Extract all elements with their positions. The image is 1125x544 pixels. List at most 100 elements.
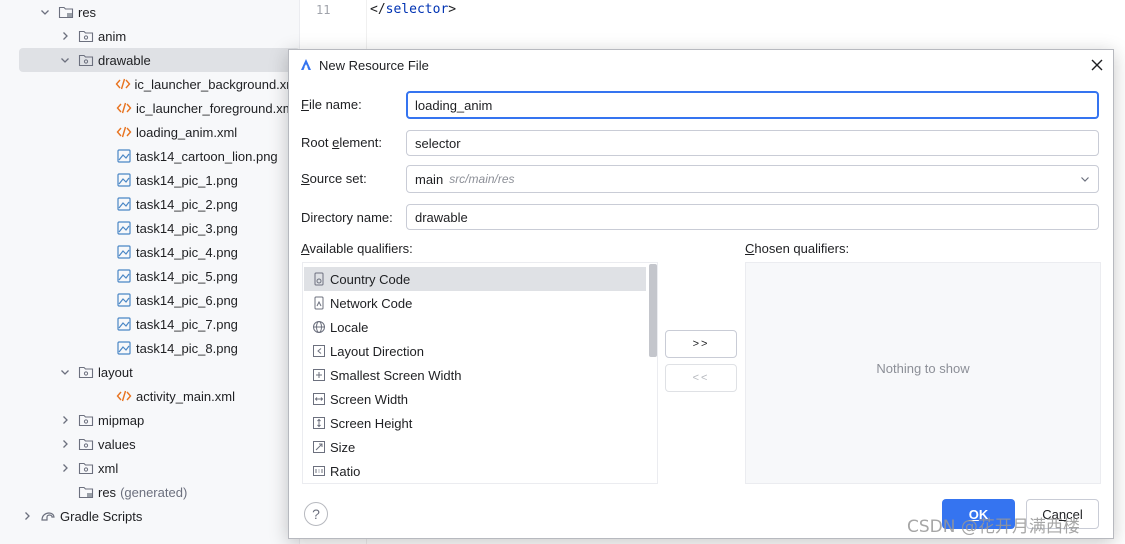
tree-item[interactable]: task14_pic_4.png: [0, 240, 299, 264]
help-button[interactable]: ?: [304, 502, 328, 526]
qualifier-item[interactable]: Smallest Screen Width: [304, 363, 646, 387]
help-icon: ?: [312, 506, 320, 522]
tree-item[interactable]: task14_pic_7.png: [0, 312, 299, 336]
tree-item-label: res: [98, 484, 117, 500]
tree-item[interactable]: loading_anim.xml: [0, 120, 299, 144]
tree-item-suffix: (generated): [120, 484, 188, 500]
qualifier-label: Smallest Screen Width: [330, 367, 462, 383]
tree-item[interactable]: task14_pic_6.png: [0, 288, 299, 312]
tree-item-label: activity_main.xml: [136, 388, 235, 404]
chevron-right-icon[interactable]: [20, 509, 34, 523]
tree-item-label: task14_cartoon_lion.png: [136, 148, 278, 164]
tree-item[interactable]: task14_pic_3.png: [0, 216, 299, 240]
tree-item[interactable]: res: [0, 0, 299, 24]
code-bracket-open: </: [370, 2, 386, 17]
tree-item[interactable]: anim: [0, 24, 299, 48]
tree-item-label: values: [98, 436, 136, 452]
xml-file-icon: [116, 100, 132, 116]
qualifier-item[interactable]: Size: [304, 435, 646, 459]
tree-item-label: xml: [98, 460, 119, 476]
qualifier-label: Locale: [330, 319, 369, 335]
source-set-label: Source set:: [301, 171, 367, 186]
tree-item[interactable]: xml: [0, 456, 299, 480]
folder-icon: [78, 460, 94, 476]
image-file-icon: [116, 292, 132, 308]
dialog-titlebar[interactable]: New Resource File: [289, 50, 1113, 80]
smallest-width-icon: [312, 368, 326, 382]
globe-icon: [312, 320, 326, 334]
tree-item[interactable]: values: [0, 432, 299, 456]
root-element-label: Root element:: [301, 135, 382, 150]
tree-item[interactable]: task14_pic_2.png: [0, 192, 299, 216]
chosen-qualifiers-list[interactable]: Nothing to show: [745, 262, 1101, 484]
qualifier-label: Size: [330, 439, 356, 455]
dialog-title: New Resource File: [319, 57, 429, 73]
image-file-icon: [116, 148, 132, 164]
project-tree: res anim drawable ic_launcher_background.xm…: [0, 0, 300, 544]
chevron-right-icon[interactable]: [58, 29, 72, 43]
chevron-right-icon[interactable]: [58, 437, 72, 451]
code-line[interactable]: </selector>: [370, 2, 456, 17]
directory-name-input[interactable]: [406, 204, 1099, 230]
chevron-down-icon[interactable]: [38, 5, 52, 19]
root-element-input[interactable]: [406, 130, 1099, 156]
new-resource-file-dialog: New Resource File File name: Root elemen…: [288, 49, 1114, 539]
folder-icon: [78, 436, 94, 452]
tree-item-label: mipmap: [98, 412, 145, 428]
chevron-right-icon[interactable]: [58, 461, 72, 475]
android-studio-icon: [299, 58, 313, 72]
chevron-down-icon[interactable]: [58, 365, 72, 379]
chevron-down-icon[interactable]: [58, 53, 72, 67]
tree-item[interactable]: task14_cartoon_lion.png: [0, 144, 299, 168]
folder-icon: [78, 412, 94, 428]
tree-item[interactable]: res (generated): [0, 480, 299, 504]
source-set-select[interactable]: main src/main/res: [406, 165, 1099, 193]
qualifier-item[interactable]: Network Code: [304, 291, 646, 315]
tree-item[interactable]: Gradle Scripts: [0, 504, 299, 528]
tree-item[interactable]: drawable: [19, 48, 299, 72]
qualifier-item[interactable]: Ratio: [304, 459, 646, 483]
qualifier-item[interactable]: Screen Width: [304, 387, 646, 411]
tree-item-label: task14_pic_7.png: [136, 316, 238, 332]
qualifier-item[interactable]: Layout Direction: [304, 339, 646, 363]
qualifiers-scrollbar-thumb[interactable]: [649, 264, 657, 357]
tree-item-label: loading_anim.xml: [136, 124, 238, 140]
tree-item-label: task14_pic_1.png: [136, 172, 238, 188]
tree-item[interactable]: ic_launcher_background.xml: [0, 72, 299, 96]
available-qualifiers-label: Available qualifiers:: [301, 241, 413, 256]
image-file-icon: [116, 220, 132, 236]
tree-item-label: task14_pic_4.png: [136, 244, 238, 260]
qualifier-item[interactable]: Screen Height: [304, 411, 646, 435]
chevron-down-icon: [1081, 177, 1089, 182]
tree-item[interactable]: task14_pic_1.png: [0, 168, 299, 192]
file-name-label: File name:: [301, 97, 362, 112]
folder-icon: [78, 52, 94, 68]
qualifier-item[interactable]: Locale: [304, 315, 646, 339]
watermark: CSDN @花开月满西楼: [907, 517, 1080, 537]
tree-item-label: task14_pic_2.png: [136, 196, 238, 212]
xml-file-icon: [116, 388, 132, 404]
network-code-icon: [312, 296, 326, 310]
tree-item[interactable]: ic_launcher_foreground.xml: [0, 96, 299, 120]
image-file-icon: [116, 196, 132, 212]
qualifier-label: Ratio: [330, 463, 361, 479]
tree-item[interactable]: mipmap: [0, 408, 299, 432]
chevron-right-icon[interactable]: [58, 413, 72, 427]
code-bracket-close: >: [448, 2, 457, 17]
tree-item[interactable]: task14_pic_8.png: [0, 336, 299, 360]
source-set-value: main: [415, 171, 444, 187]
qualifier-item[interactable]: Country Code: [304, 267, 646, 291]
ratio-icon: [312, 464, 326, 478]
gradle-icon: [40, 508, 56, 524]
add-qualifier-button[interactable]: >>: [665, 330, 737, 358]
res-folder-icon: [78, 484, 94, 500]
remove-qualifier-button[interactable]: <<: [665, 364, 737, 392]
available-qualifiers-list[interactable]: Ratio Size Screen Height Screen Width Smalle…: [302, 262, 658, 484]
close-button[interactable]: [1087, 55, 1107, 75]
qualifier-label: Screen Height: [330, 415, 413, 431]
tree-item[interactable]: layout: [0, 360, 299, 384]
line-number: 11: [316, 3, 331, 17]
tree-item[interactable]: task14_pic_5.png: [0, 264, 299, 288]
tree-item[interactable]: activity_main.xml: [0, 384, 299, 408]
file-name-input[interactable]: [406, 91, 1099, 119]
